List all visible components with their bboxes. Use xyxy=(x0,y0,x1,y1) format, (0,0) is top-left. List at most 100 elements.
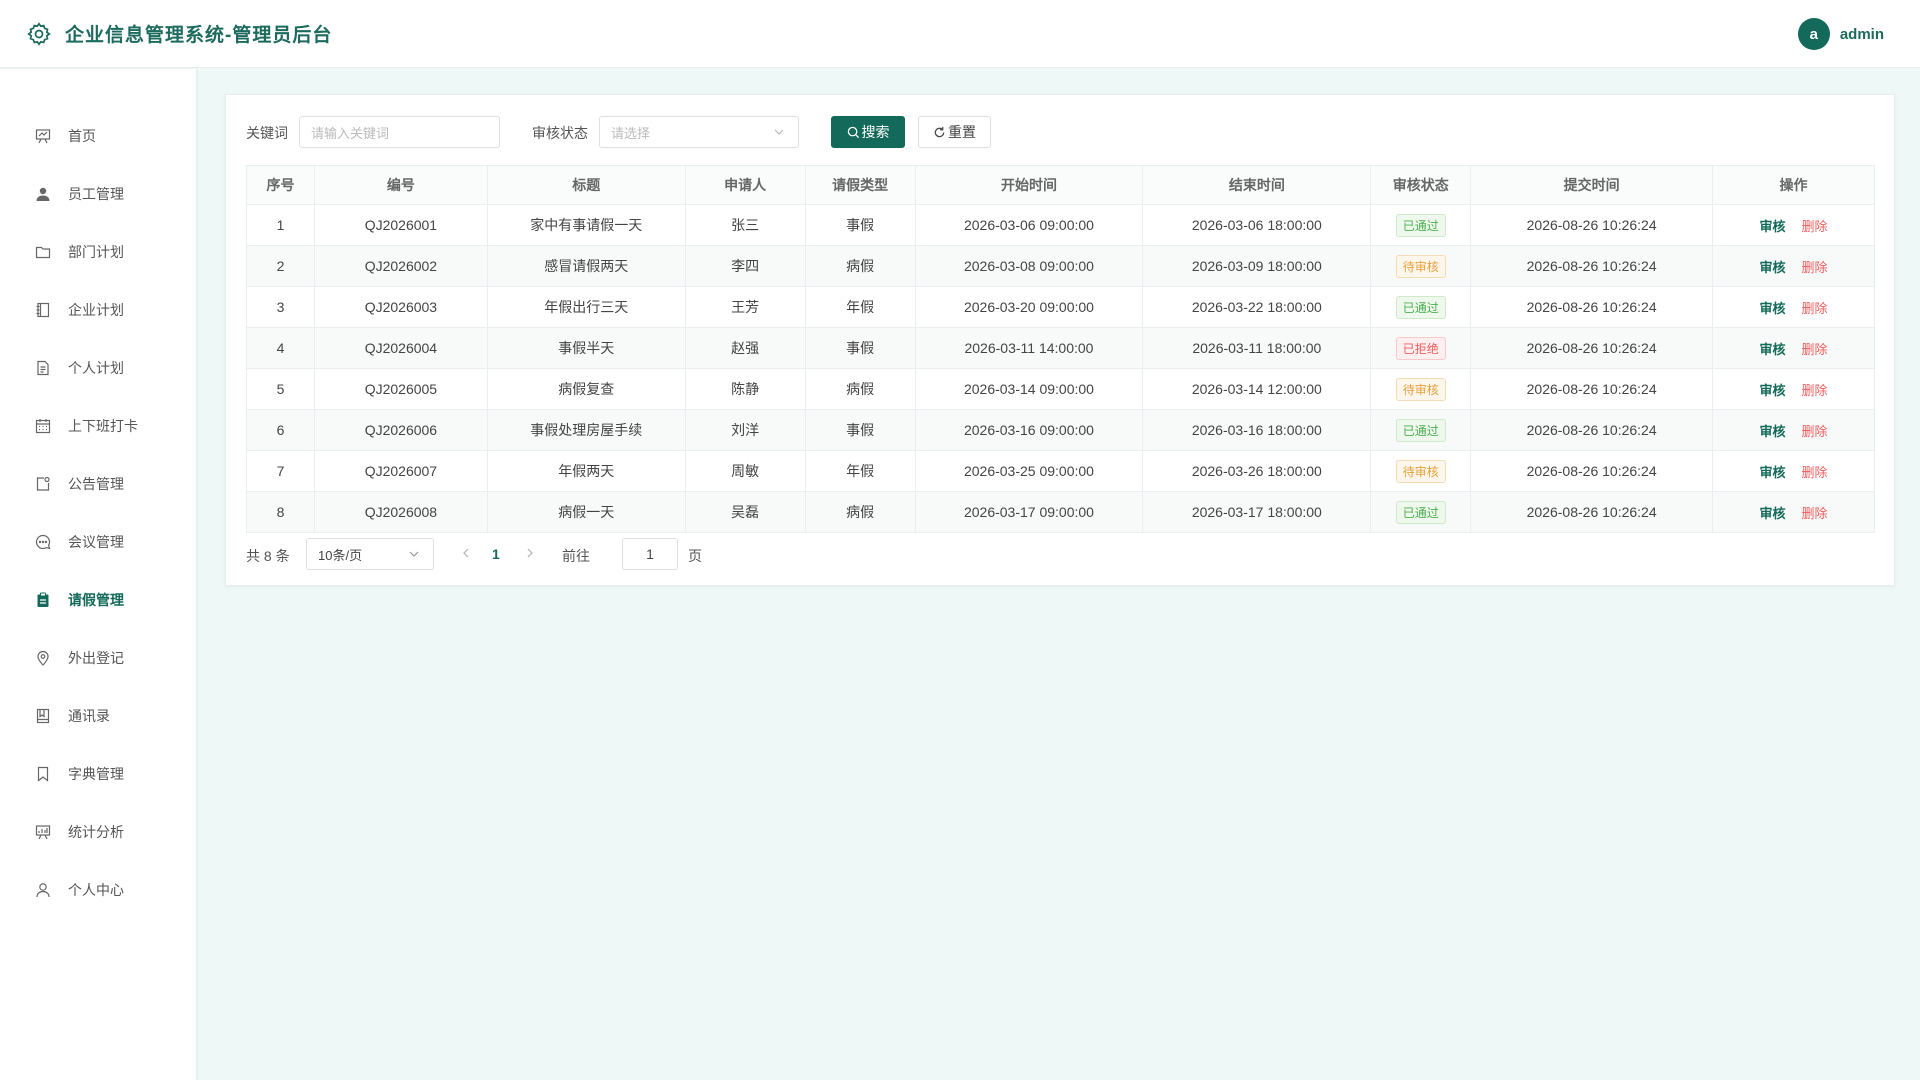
status-label: 审核状态 xyxy=(532,125,588,141)
user-menu[interactable]: a admin xyxy=(1797,18,1884,50)
sidebar-item-outing[interactable]: 外出登记 xyxy=(0,638,198,678)
current-page[interactable]: 1 xyxy=(492,546,500,562)
delete-button[interactable]: 删除 xyxy=(1802,506,1828,521)
leave-title: 病假复查 xyxy=(486,368,686,410)
delete-button[interactable]: 删除 xyxy=(1802,383,1828,398)
sidebar-item-employees[interactable]: 员工管理 xyxy=(0,174,198,214)
start-time: 2026-03-14 09:00:00 xyxy=(914,368,1144,410)
row-index: 4 xyxy=(246,327,315,369)
document-icon xyxy=(34,359,52,377)
submitted-time: 2026-08-26 10:26:24 xyxy=(1470,245,1714,287)
reset-button[interactable]: 重置 xyxy=(918,116,991,148)
audit-button[interactable]: 审核 xyxy=(1760,342,1786,357)
audit-button[interactable]: 审核 xyxy=(1760,260,1786,275)
sidebar-item-label: 首页 xyxy=(68,128,96,144)
status-cell: 已通过 xyxy=(1370,409,1472,451)
notice-icon xyxy=(34,475,52,493)
sidebar-item-company-plan[interactable]: 企业计划 xyxy=(0,290,198,330)
leave-code: QJ2026002 xyxy=(313,245,488,287)
audit-button[interactable]: 审核 xyxy=(1760,383,1786,398)
sidebar-item-leave[interactable]: 请假管理 xyxy=(0,580,198,620)
sidebar-item-statistics[interactable]: 统计分析 xyxy=(0,812,198,852)
submitted-time: 2026-08-26 10:26:24 xyxy=(1470,450,1714,492)
page-size-select[interactable]: 10条/页 xyxy=(306,538,434,570)
status-cell: 待审核 xyxy=(1370,245,1472,287)
sidebar-item-home[interactable]: 首页 xyxy=(0,116,198,156)
prev-page-button[interactable] xyxy=(460,546,472,563)
sidebar-item-dept-plan[interactable]: 部门计划 xyxy=(0,232,198,272)
folder-icon xyxy=(34,243,52,261)
sidebar-item-notices[interactable]: 公告管理 xyxy=(0,464,198,504)
keyword-input[interactable]: 请输入关键词 xyxy=(299,116,500,148)
app-title: 企业信息管理系统-管理员后台 xyxy=(65,25,333,46)
applicant-name: 赵强 xyxy=(684,327,806,369)
person-icon xyxy=(34,881,52,899)
status-select[interactable]: 请选择 xyxy=(599,116,799,148)
leave-code: QJ2026006 xyxy=(313,409,488,451)
page-size-value: 10条/页 xyxy=(318,547,363,563)
sidebar: 首页 员工管理 部门计划 企业计划 个人计划 上下班打卡 公告管理 会议管理 请… xyxy=(0,69,198,1080)
applicant-name: 周敏 xyxy=(684,450,806,492)
delete-button[interactable]: 删除 xyxy=(1802,301,1828,316)
sidebar-item-contacts[interactable]: 通讯录 xyxy=(0,696,198,736)
table-row: 6 QJ2026006 事假处理房屋手续 刘洋 事假 2026-03-16 09:00:0… xyxy=(246,409,1875,451)
audit-button[interactable]: 审核 xyxy=(1760,465,1786,480)
applicant-name: 王芳 xyxy=(684,286,806,328)
delete-button[interactable]: 删除 xyxy=(1802,342,1828,357)
reset-button-label: 重置 xyxy=(948,124,976,140)
audit-button[interactable]: 审核 xyxy=(1760,301,1786,316)
row-index: 3 xyxy=(246,286,315,328)
table-row: 1 QJ2026001 家中有事请假一天 张三 事假 2026-03-06 09:00:0… xyxy=(246,204,1875,246)
clipboard-icon xyxy=(34,591,52,609)
sidebar-item-label: 统计分析 xyxy=(68,824,124,840)
status-cell: 已通过 xyxy=(1370,491,1472,533)
actions-cell: 审核 删除 xyxy=(1712,409,1875,451)
table-row: 5 QJ2026005 病假复查 陈静 病假 2026-03-14 09:00:00 202… xyxy=(246,368,1875,410)
sidebar-item-profile[interactable]: 个人中心 xyxy=(0,870,198,910)
chart-board-icon xyxy=(34,823,52,841)
status-select-placeholder: 请选择 xyxy=(611,125,651,141)
leave-list-card: 关键词 请输入关键词 审核状态 请选择 搜索 重置 序号 编号 标题 申请人 请… xyxy=(225,94,1895,586)
status-badge: 已通过 xyxy=(1395,295,1446,319)
submitted-time: 2026-08-26 10:26:24 xyxy=(1470,327,1714,369)
refresh-icon xyxy=(933,126,946,139)
username[interactable]: admin xyxy=(1840,26,1884,43)
sidebar-item-dictionary[interactable]: 字典管理 xyxy=(0,754,198,794)
delete-button[interactable]: 删除 xyxy=(1802,260,1828,275)
avatar[interactable]: a xyxy=(1797,18,1830,50)
sidebar-item-meetings[interactable]: 会议管理 xyxy=(0,522,198,562)
leave-code: QJ2026004 xyxy=(313,327,488,369)
pagination: 共 8 条 10条/页 1 前往 页 xyxy=(246,538,846,570)
audit-button[interactable]: 审核 xyxy=(1760,219,1786,234)
end-time: 2026-03-17 18:00:00 xyxy=(1142,491,1372,533)
status-cell: 待审核 xyxy=(1370,368,1472,410)
leave-title: 事假处理房屋手续 xyxy=(486,409,686,451)
audit-button[interactable]: 审核 xyxy=(1760,506,1786,521)
actions-cell: 审核 删除 xyxy=(1712,327,1875,369)
audit-button[interactable]: 审核 xyxy=(1760,424,1786,439)
goto-page-input[interactable] xyxy=(622,538,678,570)
column-header: 提交时间 xyxy=(1470,165,1714,205)
delete-button[interactable]: 删除 xyxy=(1802,465,1828,480)
status-badge: 已通过 xyxy=(1395,500,1446,524)
sidebar-item-label: 通讯录 xyxy=(68,708,110,724)
delete-button[interactable]: 删除 xyxy=(1802,219,1828,234)
chevron-down-icon xyxy=(772,125,786,142)
start-time: 2026-03-06 09:00:00 xyxy=(914,204,1144,246)
filter-bar: 关键词 请输入关键词 审核状态 请选择 搜索 重置 xyxy=(226,95,1894,165)
leave-title: 感冒请假两天 xyxy=(486,245,686,287)
delete-button[interactable]: 删除 xyxy=(1802,424,1828,439)
gear-icon xyxy=(25,20,53,48)
location-icon xyxy=(34,649,52,667)
actions-cell: 审核 删除 xyxy=(1712,491,1875,533)
sidebar-item-label: 请假管理 xyxy=(68,592,124,608)
sidebar-item-attendance[interactable]: 上下班打卡 xyxy=(0,406,198,446)
sidebar-item-personal-plan[interactable]: 个人计划 xyxy=(0,348,198,388)
search-button[interactable]: 搜索 xyxy=(831,116,905,148)
leave-type: 年假 xyxy=(804,286,916,328)
start-time: 2026-03-08 09:00:00 xyxy=(914,245,1144,287)
column-header: 标题 xyxy=(486,165,686,205)
applicant-name: 刘洋 xyxy=(684,409,806,451)
column-header: 申请人 xyxy=(684,165,806,205)
next-page-button[interactable] xyxy=(524,546,536,563)
